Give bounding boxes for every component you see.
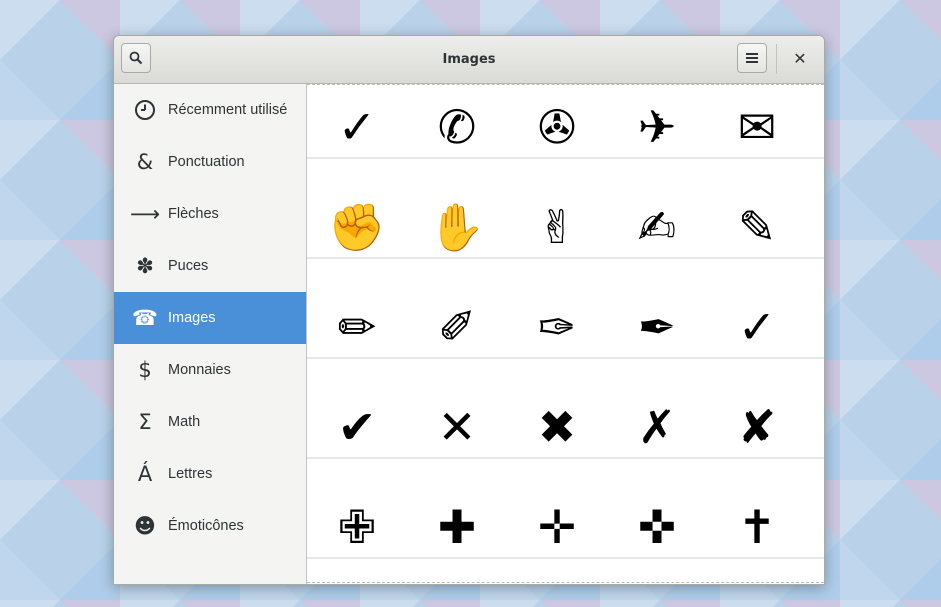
letter-icon: Á (137, 462, 153, 486)
character-grid-area[interactable]: ✓ ✆ ✇ ✈ ✉ ✊ ✋ ✌ ✍ ✎ ✏ ✐ ✑ ✒ ✓ ✔ ✕ ✖ ✗ ✘ … (307, 84, 824, 584)
bullet-icon: ✽ (136, 254, 154, 278)
character-row: ✙ ✚ ✛ ✜ ✝ (307, 459, 824, 559)
character-map-window: Images ✕ Récemment utilisé & Ponctuation… (113, 35, 825, 585)
sidebar-item-bullets[interactable]: ✽ Puces (114, 240, 306, 292)
character-row: ✊ ✋ ✌ ✍ ✎ (307, 159, 824, 259)
category-sidebar: Récemment utilisé & Ponctuation ⟶ Flèche… (114, 84, 307, 584)
headerbar: Images ✕ (114, 36, 824, 84)
dollar-icon: $ (138, 358, 152, 382)
character-cell[interactable]: ✎ (707, 201, 807, 253)
clock-icon (133, 84, 157, 136)
character-cell[interactable]: ✗ (607, 401, 707, 453)
menu-button[interactable] (737, 43, 767, 73)
sidebar-item-label: Monnaies (168, 362, 231, 378)
character-cell[interactable]: ✉ (707, 101, 807, 153)
character-grid: ✓ ✆ ✇ ✈ ✉ ✊ ✋ ✌ ✍ ✎ ✏ ✐ ✑ ✒ ✓ ✔ ✕ ✖ ✗ ✘ … (307, 85, 824, 559)
sidebar-item-images[interactable]: ☎ Images (114, 292, 306, 344)
sidebar-item-label: Ponctuation (168, 154, 245, 170)
character-cell[interactable]: ✕ (407, 401, 507, 453)
character-row: ✏ ✐ ✑ ✒ ✓ (307, 259, 824, 359)
close-icon: ✕ (793, 48, 807, 68)
character-cell[interactable]: ✛ (507, 501, 607, 553)
character-cell[interactable]: ✌ (507, 201, 607, 253)
character-cell[interactable]: ✔ (307, 401, 407, 453)
character-cell[interactable]: ✍ (607, 201, 707, 253)
ampersand-icon: & (136, 150, 154, 174)
sidebar-item-label: Math (168, 414, 201, 430)
arrow-icon: ⟶ (129, 202, 161, 226)
character-cell[interactable]: ✘ (707, 401, 807, 453)
search-button[interactable] (121, 43, 151, 73)
sidebar-item-math[interactable]: Σ Math (114, 396, 306, 448)
sidebar-item-letters[interactable]: Á Lettres (114, 448, 306, 500)
headerbar-separator (776, 44, 777, 74)
sidebar-item-label: Puces (168, 258, 209, 274)
window-title: Images (442, 52, 496, 67)
sidebar-item-label: Flèches (168, 206, 219, 222)
sidebar-item-recent[interactable]: Récemment utilisé (114, 84, 306, 136)
character-cell[interactable]: ✓ (307, 101, 407, 153)
sidebar-item-label: Émoticônes (168, 518, 244, 534)
character-row: ✓ ✆ ✇ ✈ ✉ (307, 85, 824, 159)
sidebar-item-currencies[interactable]: $ Monnaies (114, 344, 306, 396)
character-cell[interactable]: ✇ (507, 101, 607, 153)
character-cell[interactable]: ✊ (307, 201, 407, 253)
character-cell[interactable]: ✆ (407, 101, 507, 153)
character-cell[interactable]: ✓ (707, 301, 807, 353)
hamburger-icon (746, 53, 758, 63)
close-button[interactable]: ✕ (784, 43, 816, 73)
character-cell[interactable]: ✜ (607, 501, 707, 553)
sidebar-item-punctuation[interactable]: & Ponctuation (114, 136, 306, 188)
character-cell[interactable]: ✖ (507, 401, 607, 453)
sidebar-item-label: Récemment utilisé (168, 102, 288, 118)
character-cell[interactable]: ✐ (407, 301, 507, 353)
search-icon (129, 51, 143, 65)
emoticon-icon: ☻ (134, 514, 156, 538)
telephone-icon: ☎ (131, 306, 159, 330)
sidebar-item-label: Lettres (168, 466, 213, 482)
character-cell[interactable]: ✑ (507, 301, 607, 353)
character-cell[interactable]: ✙ (307, 501, 407, 553)
character-cell[interactable]: ✈ (607, 101, 707, 153)
character-cell[interactable]: ✋ (407, 201, 507, 253)
scroll-edge-bottom (307, 582, 824, 583)
character-cell[interactable]: ✒ (607, 301, 707, 353)
sidebar-item-emoticons[interactable]: ☻ Émoticônes (114, 500, 306, 552)
sidebar-item-label: Images (168, 310, 216, 326)
sigma-icon: Σ (138, 410, 152, 434)
character-cell[interactable]: ✝ (707, 501, 807, 553)
sidebar-item-arrows[interactable]: ⟶ Flèches (114, 188, 306, 240)
character-cell[interactable]: ✚ (407, 501, 507, 553)
character-row: ✔ ✕ ✖ ✗ ✘ (307, 359, 824, 459)
character-cell[interactable]: ✏ (307, 301, 407, 353)
